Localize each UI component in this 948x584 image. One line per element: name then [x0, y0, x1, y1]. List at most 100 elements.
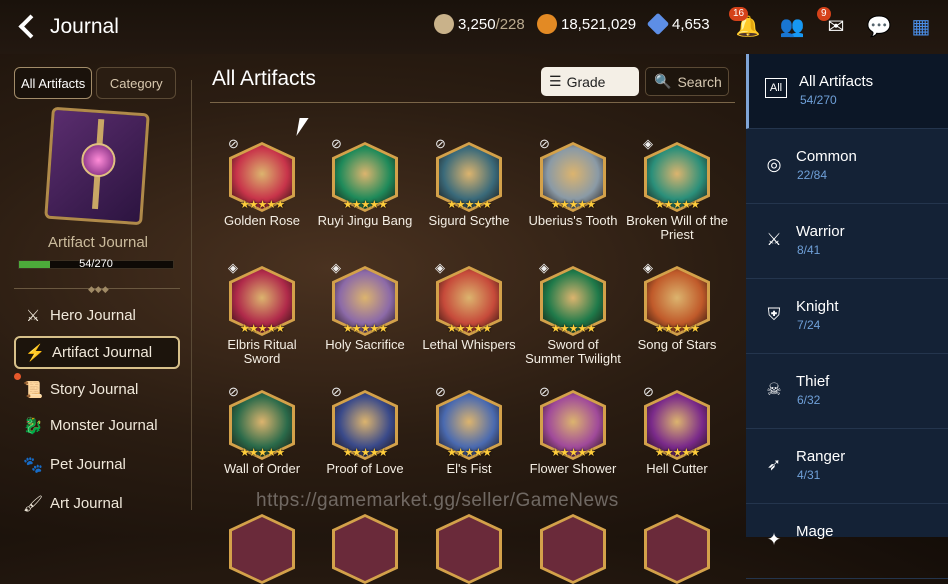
- category-knight[interactable]: ⛨ Knight 7/24: [746, 279, 948, 354]
- category-name: Ranger: [796, 448, 846, 465]
- team-icon[interactable]: 👥: [777, 11, 807, 41]
- artifact-card[interactable]: ◈ ★★★★★ Lethal Whispers: [417, 260, 521, 352]
- artifact-card[interactable]: ◈ ★★★★★ Broken Will of the Priest: [625, 136, 729, 242]
- nav-label: Story Journal: [50, 381, 139, 398]
- category-common[interactable]: ◎ Common 22/84: [746, 129, 948, 204]
- nav-art-journal[interactable]: 🖌 Art Journal: [14, 487, 180, 520]
- artifact-image: [647, 517, 707, 581]
- monster-icon: 🐉: [23, 417, 43, 435]
- book-name: Artifact Journal: [47, 234, 149, 251]
- category-ranger[interactable]: ➶ Ranger 4/31: [746, 429, 948, 504]
- menu-grid-icon[interactable]: ▦: [906, 11, 936, 41]
- category-count: 54/270: [800, 93, 837, 107]
- category-count: 6/32: [797, 393, 821, 407]
- artifact-name: Song of Stars: [637, 337, 717, 352]
- artifact-card[interactable]: ⊘ ★★★★★ Uberius's Tooth: [521, 136, 625, 228]
- artifact-card-partial[interactable]: [210, 514, 314, 584]
- left-tabs: All Artifacts Category: [14, 67, 177, 99]
- nav-pet-journal[interactable]: 🐾 Pet Journal: [14, 448, 180, 481]
- category-count: 4/31: [797, 468, 821, 482]
- search-label: Search: [677, 73, 722, 90]
- class-icon: ⊘: [228, 384, 239, 399]
- sort-icon: ☰: [549, 73, 562, 89]
- artifact-card-partial[interactable]: [313, 514, 417, 584]
- artifact-name: Sword of Summer Twilight: [525, 337, 621, 366]
- hero-icon: ⚔: [25, 307, 41, 325]
- artifact-card[interactable]: ◈ ★★★★★ Sword of Summer Twilight: [521, 260, 625, 366]
- category-count: 7/24: [797, 318, 821, 332]
- artifact-image: [335, 517, 395, 581]
- artifact-card[interactable]: ⊘ ★★★★★ Flower Shower: [521, 384, 625, 476]
- artifact-name: Lethal Whispers: [422, 337, 516, 352]
- star-rating: ★★★★★: [550, 447, 596, 459]
- gold-resource[interactable]: 18,521,029: [537, 14, 636, 34]
- class-icon: ⊘: [435, 136, 446, 151]
- chat-icon[interactable]: 💬: [864, 11, 894, 41]
- artifact-name: Sigurd Scythe: [428, 213, 510, 228]
- category-warrior[interactable]: ⚔ Warrior 8/41: [746, 204, 948, 279]
- class-icon: ⊘: [539, 384, 550, 399]
- nav-monster-journal[interactable]: 🐉 Monster Journal: [14, 409, 180, 442]
- artifact-image: [232, 517, 292, 581]
- gold-value: 18,521,029: [561, 15, 637, 33]
- nav-label: Artifact Journal: [52, 344, 153, 361]
- artifact-card[interactable]: ⊘ ★★★★★ Proof of Love: [313, 384, 417, 476]
- all-icon: All: [765, 78, 787, 98]
- class-icon: ◈: [643, 136, 653, 151]
- stamina-resource[interactable]: 3,250 /228: [434, 14, 525, 34]
- star-rating: ★★★★★: [550, 323, 596, 335]
- crystal-resource[interactable]: 4,653: [646, 12, 710, 36]
- class-icon: ⊘: [331, 136, 342, 151]
- search-button[interactable]: 🔍 Search: [645, 67, 729, 96]
- mail-badge: 9: [817, 7, 831, 21]
- artifact-card[interactable]: ⊘ ★★★★★ Golden Rose: [210, 136, 314, 228]
- artifact-card[interactable]: ⊘ ★★★★★ Sigurd Scythe: [417, 136, 521, 228]
- star-rating: ★★★★★: [239, 447, 285, 459]
- artifact-card[interactable]: ◈ ★★★★★ Song of Stars: [625, 260, 729, 352]
- category-panel: All All Artifacts 54/270 ◎ Common 22/84 ⚔ Warri…: [746, 54, 948, 579]
- artifact-card-partial[interactable]: [625, 514, 729, 584]
- stamina-icon: [434, 14, 454, 34]
- artifact-card-partial[interactable]: [521, 514, 625, 584]
- class-icon: ⊘: [435, 384, 446, 399]
- nav-story-journal[interactable]: 📜 Story Journal: [14, 373, 180, 406]
- class-icon: ⊘: [331, 384, 342, 399]
- back-arrow-icon[interactable]: [14, 12, 44, 42]
- category-all-artifacts[interactable]: All All Artifacts 54/270: [746, 54, 948, 129]
- category-count: 22/84: [797, 168, 828, 182]
- artifact-frame: [436, 514, 502, 584]
- grade-sort-button[interactable]: ☰ Grade: [541, 67, 639, 96]
- artifact-name: Broken Will of the Priest: [626, 213, 728, 242]
- artifact-card[interactable]: ◈ ★★★★★ Holy Sacrifice: [313, 260, 417, 352]
- class-icon: ◈: [435, 260, 445, 275]
- artifact-name: Uberius's Tooth: [528, 213, 618, 228]
- nav-artifact-journal[interactable]: ⚡ Artifact Journal: [14, 336, 180, 369]
- panel-divider: [191, 80, 192, 510]
- star-rating: ★★★★★: [446, 447, 492, 459]
- star-rating: ★★★★★: [342, 323, 388, 335]
- artifact-card-partial[interactable]: [417, 514, 521, 584]
- artifact-name: Hell Cutter: [646, 461, 708, 476]
- category-mage[interactable]: ✦ Mage: [746, 504, 948, 579]
- artifact-card[interactable]: ⊘ ★★★★★ Hell Cutter: [625, 384, 729, 476]
- category-thief[interactable]: ☠ Thief 6/32: [746, 354, 948, 429]
- bell-icon[interactable]: 🔔 16: [729, 7, 763, 41]
- artifact-card[interactable]: ⊘ ★★★★★ El's Fist: [417, 384, 521, 476]
- star-rating: ★★★★★: [342, 199, 388, 211]
- artifact-card[interactable]: ⊘ ★★★★★ Wall of Order: [210, 384, 314, 476]
- artifact-frame: [644, 514, 710, 584]
- star-rating: ★★★★★: [239, 199, 285, 211]
- star-rating: ★★★★★: [654, 447, 700, 459]
- artifact-card[interactable]: ⊘ ★★★★★ Ruyi Jingu Bang: [313, 136, 417, 228]
- artifact-image: [543, 517, 603, 581]
- tab-category[interactable]: Category: [96, 67, 177, 99]
- artifact-name: Wall of Order: [223, 461, 301, 476]
- journal-progress: 54/270: [18, 258, 174, 270]
- divider-ornament: ◆◆◆: [88, 284, 109, 294]
- mail-icon[interactable]: ✉ 9: [817, 7, 851, 41]
- artifact-name: Holy Sacrifice: [325, 337, 405, 352]
- artifact-name: Flower Shower: [529, 461, 617, 476]
- tab-all-artifacts[interactable]: All Artifacts: [14, 67, 93, 99]
- nav-hero-journal[interactable]: ⚔ Hero Journal: [14, 299, 180, 332]
- artifact-card[interactable]: ◈ ★★★★★ Elbris Ritual Sword: [210, 260, 314, 366]
